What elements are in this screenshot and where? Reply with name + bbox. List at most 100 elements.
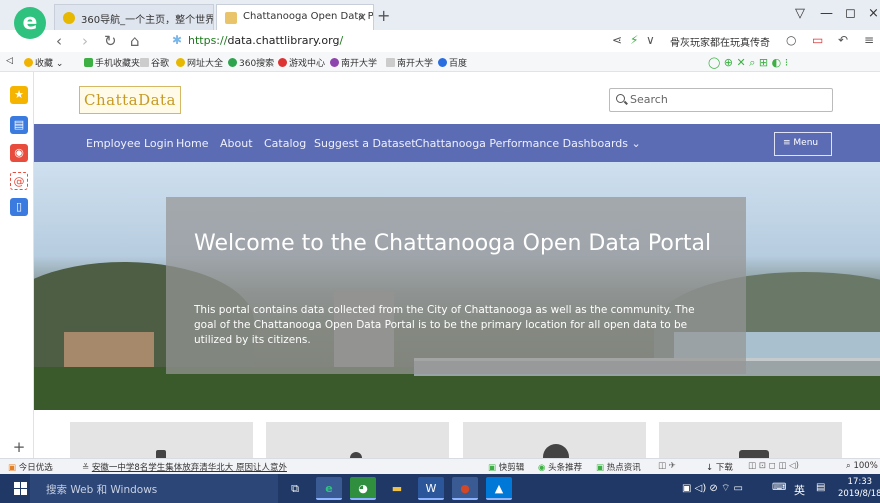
search-icon[interactable]: ○ [786, 33, 796, 47]
zoom-icon[interactable]: ⌕ 100% [846, 461, 878, 471]
file-explorer-icon[interactable]: ▬ [384, 477, 410, 500]
wechat-icon[interactable]: ◕ [350, 477, 376, 500]
url-scheme: https:// [188, 34, 228, 47]
weibo-icon[interactable]: ◉ [10, 144, 28, 162]
dropdown-icon[interactable]: ∨ [646, 33, 655, 47]
security-shield-icon[interactable]: ✱ [172, 33, 182, 47]
reader-icon[interactable]: ▤ [10, 116, 28, 134]
bookmark-item[interactable]: 手机收藏夹 [84, 56, 140, 69]
baidu-icon [438, 58, 447, 67]
close-window-icon[interactable]: × [868, 6, 879, 21]
hamburger-icon: ≡ [783, 138, 791, 148]
mail-icon[interactable]: @ [10, 172, 28, 190]
bookmark-label: 网址大全 [187, 59, 224, 69]
search360-icon [228, 58, 237, 67]
task-view-icon[interactable]: ⧉ [282, 477, 308, 500]
feature-card[interactable] [463, 422, 646, 458]
windows-start-icon[interactable] [14, 482, 27, 495]
reload-icon[interactable]: ↻ [104, 32, 117, 50]
site-logo[interactable]: ChattaData [79, 86, 181, 114]
taskbar-search-input[interactable]: 搜索 Web 和 Windows [30, 474, 278, 503]
status-item-label: 头条推荐 [548, 463, 583, 473]
home-icon[interactable]: ⌂ [130, 32, 140, 50]
nav-performance-dashboards[interactable]: Chattanooga Performance Dashboards ⌄ [415, 137, 641, 150]
notification-icon[interactable]: ▤ [816, 482, 825, 493]
tab-360-nav[interactable]: 360导航_一个主页，整个世界 [54, 4, 214, 30]
status-tool-icons[interactable]: ◫ ⊡ ◻ ◫ ◁) [748, 461, 799, 471]
chevron-down-icon: ⌄ [631, 137, 641, 150]
photos-icon[interactable]: ▲ [486, 477, 512, 500]
bookmark-item[interactable]: 收藏 ⌄ [24, 56, 63, 69]
extension-icon[interactable]: ◯ ⊕ ✕ ⌕ ⊞ ◐ ⁝ [708, 56, 788, 70]
tray-icons[interactable]: ▣ ◁) ⊘ ⌔ ▭ [682, 482, 743, 495]
browser-logo-icon[interactable]: e [14, 7, 46, 39]
bookmark-item[interactable]: 南开大学 [330, 56, 377, 69]
tab-chattanooga[interactable]: Chattanooga Open Data Porta × [216, 4, 374, 30]
word-icon[interactable]: W [418, 477, 444, 500]
nav-employee-login[interactable]: Employee Login [86, 137, 174, 150]
close-tab-icon[interactable]: × [357, 10, 367, 24]
card-icon [739, 450, 769, 458]
keyboard-icon[interactable]: ⌨ [772, 482, 786, 493]
taskbar-clock[interactable]: 17:33 2019/8/18 [838, 476, 880, 500]
status-item-toutiao[interactable]: ◉ 头条推荐 [538, 461, 582, 473]
download-button[interactable]: ↓ 下载 [706, 461, 733, 473]
status-item-kuaijianji[interactable]: ▣ 快剪辑 [488, 461, 524, 473]
today-picks-link[interactable]: ▣ 今日优选 [8, 461, 53, 473]
new-tab-icon[interactable]: + [377, 6, 390, 25]
ime-indicator[interactable]: 英 [794, 482, 805, 498]
feature-card[interactable] [70, 422, 253, 458]
forward-icon[interactable]: › [82, 32, 88, 50]
favorites-icon[interactable]: ★ [10, 86, 28, 104]
battery-icon[interactable]: ▭ [812, 33, 823, 47]
browser-360-icon[interactable]: e [316, 477, 342, 500]
bookmark-item[interactable]: 360搜索 [228, 56, 274, 69]
windows-taskbar: 搜索 Web 和 Windows ⧉ e ◕ ▬ W ● ▲ ▣ ◁) ⊘ ⌔ … [0, 474, 880, 503]
site-search-input[interactable]: Search [609, 88, 833, 112]
address-bar: ‹ › ↻ ⌂ ✱ https://data.chattlibrary.org/… [0, 30, 880, 52]
menu-icon[interactable]: ≡ [864, 33, 874, 47]
url-path: / [339, 34, 344, 47]
share-icon[interactable]: ⋖ [612, 33, 622, 47]
bookmark-item[interactable]: 网址大全 [176, 56, 223, 69]
bookmark-item[interactable]: 谷歌 [140, 56, 169, 69]
back-icon[interactable]: ‹ [56, 32, 62, 50]
status-item-label: 快剪辑 [498, 463, 525, 473]
nav-suggest-dataset[interactable]: Suggest a Dataset [314, 137, 416, 150]
news-ticker[interactable]: ≚ 安徽一中学8名学生集体放弃清华北大 原因让人意外 [82, 461, 287, 473]
status-item-news[interactable]: ▣ 热点资讯 [596, 461, 641, 473]
zoom-level: 100% [853, 461, 878, 471]
maximize-icon[interactable]: ◻ [845, 6, 856, 21]
url-field[interactable]: https://data.chattlibrary.org/ [188, 34, 343, 47]
screen: e 360导航_一个主页，整个世界 Chattanooga Open Data … [0, 0, 880, 503]
nav-about[interactable]: About [220, 137, 253, 150]
speed-icon[interactable]: ⚡ [630, 33, 638, 47]
bookmark-item[interactable]: 游戏中心 [278, 56, 325, 69]
feature-card[interactable] [659, 422, 842, 458]
minimize-icon[interactable]: — [820, 6, 833, 21]
address-promo-text[interactable]: 骨灰玩家都在玩真传奇 [670, 34, 770, 49]
menu-button[interactable]: ≡ Menu [774, 132, 832, 156]
bookmark-label: 百度 [449, 59, 468, 69]
notes-icon[interactable]: ▯ [10, 198, 28, 216]
hero-banner: Welcome to the Chattanooga Open Data Por… [34, 162, 880, 410]
phone-icon [84, 58, 93, 67]
site-navbar: Employee Login Home About Catalog Sugges… [34, 124, 880, 162]
play-icon: ◉ [538, 463, 546, 473]
add-icon[interactable]: + [10, 438, 28, 456]
bookmark-item[interactable]: 百度 [438, 56, 467, 69]
undo-icon[interactable]: ↶ [838, 33, 848, 47]
search-icon [616, 94, 625, 103]
powerpoint-icon[interactable]: ● [452, 477, 478, 500]
news-icon: ▣ [596, 463, 605, 473]
status-tool-icons[interactable]: ◫ ✈ [658, 461, 676, 471]
collapse-icon[interactable]: ◁ [6, 56, 13, 66]
skin-icon[interactable]: ▽ [795, 6, 805, 21]
page-icon [386, 58, 395, 67]
nav-catalog[interactable]: Catalog [264, 137, 306, 150]
download-label: 下载 [715, 463, 733, 473]
web-page: ChattaData Search Employee Login Home Ab… [34, 72, 880, 458]
nav-home[interactable]: Home [176, 137, 208, 150]
feature-card[interactable] [266, 422, 449, 458]
bookmark-item[interactable]: 南开大学 [386, 56, 433, 69]
